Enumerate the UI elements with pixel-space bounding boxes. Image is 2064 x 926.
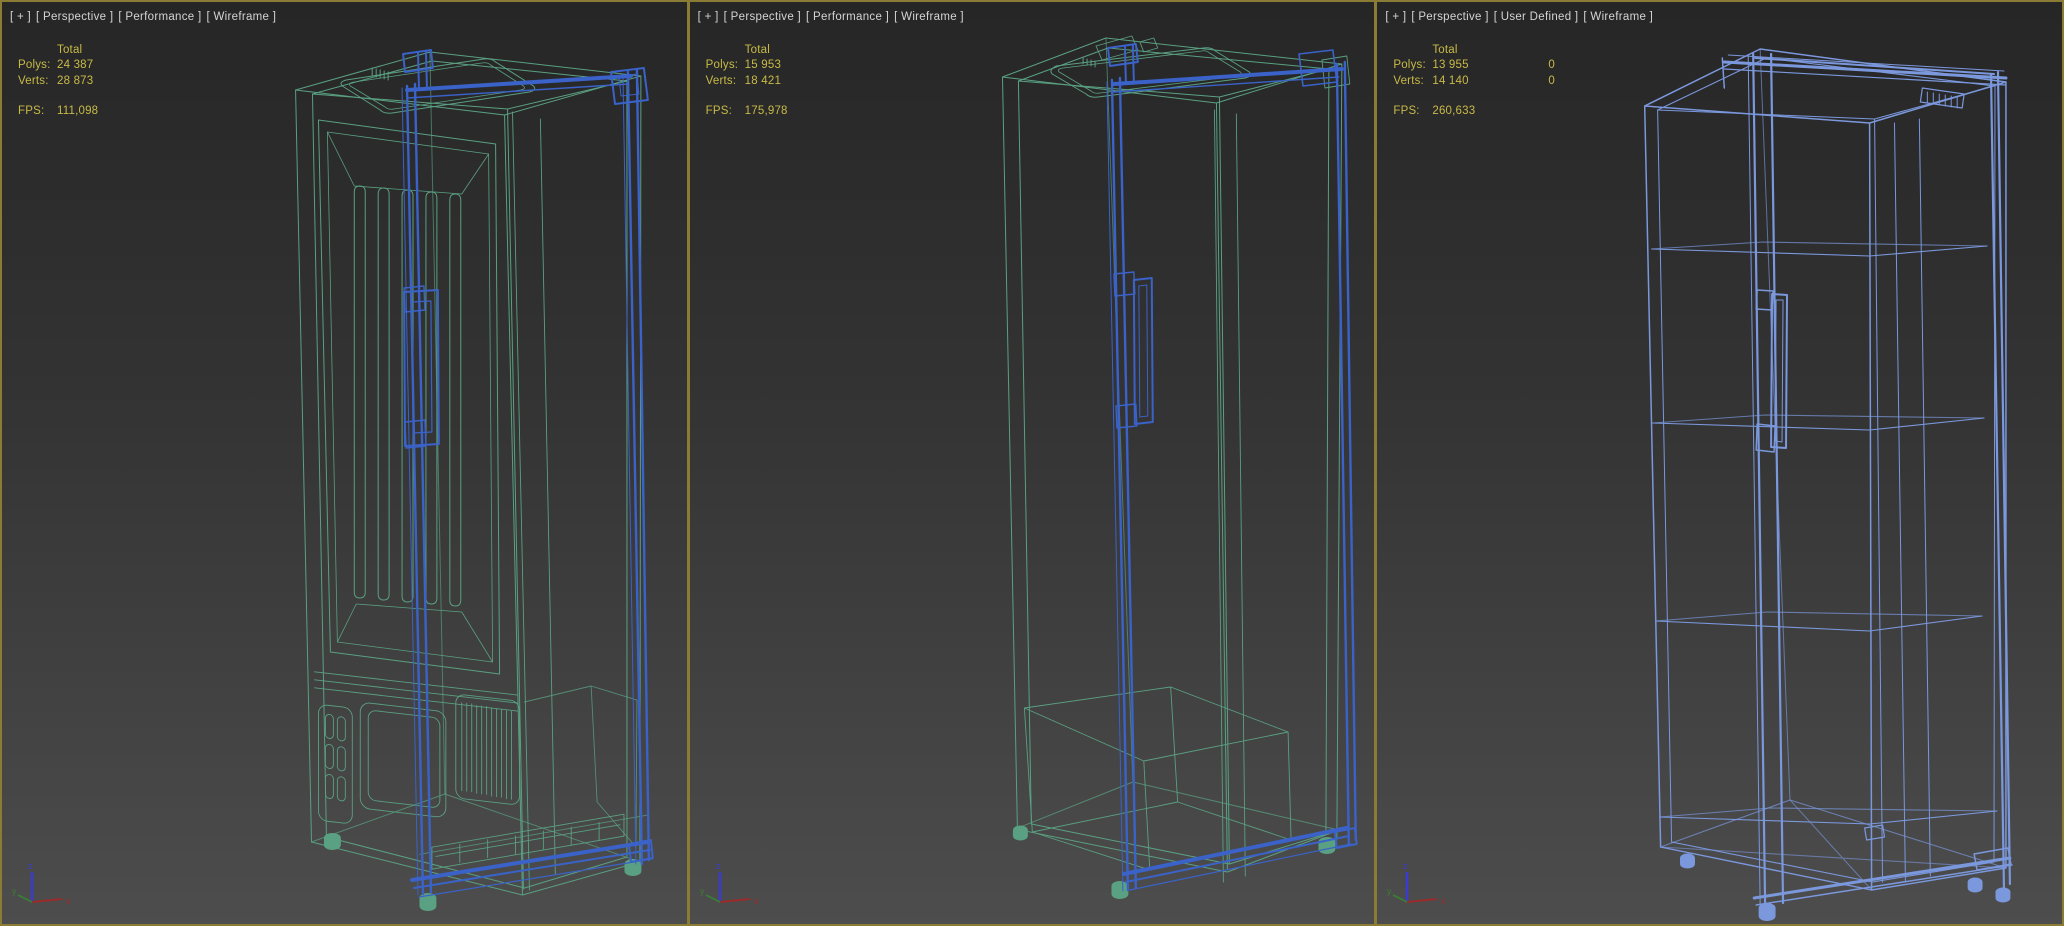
fps-label: FPS:: [18, 105, 45, 118]
top-beam: [1721, 54, 2008, 109]
polys-label: Polys:: [18, 59, 51, 72]
z-axis-label: z: [1403, 861, 1408, 871]
cabinet-edges: [1644, 48, 2008, 891]
door-bottom-bar: [1121, 826, 1349, 876]
door-handle: [1755, 289, 1789, 453]
stats-total-header: Total: [744, 44, 770, 56]
verts-label: Verts:: [1393, 74, 1424, 87]
viewport-pov-menu[interactable]: [ Perspective ]: [1411, 11, 1488, 23]
compressor-box: [524, 685, 638, 848]
viewport-canvas-right[interactable]: [1377, 2, 2062, 924]
viewport-plus-menu[interactable]: [ + ]: [1385, 11, 1406, 23]
shelf-lines: [1651, 241, 1988, 632]
viewport-layout: [ + ] [ Perspective ] [ Performance ] [ Wir…: [0, 0, 2064, 926]
fps-label: FPS:: [705, 105, 733, 118]
polys-label: Polys:: [705, 59, 739, 72]
y-axis-line: [1392, 894, 1408, 903]
verts-extra-value: 0: [1548, 74, 1555, 87]
cabinet-top-face: [295, 51, 642, 116]
x-axis-line: [719, 898, 750, 903]
polys-value: 24 387: [57, 59, 94, 72]
viewport-shading-menu[interactable]: [ Wireframe ]: [207, 11, 277, 23]
fps-value: 175,978: [744, 105, 788, 118]
verts-value: 28 873: [57, 74, 94, 87]
axis-gizmo: z x y: [1387, 861, 1446, 906]
statistics-overlay: Total Polys: 13 955 0 Verts: 14 140 0 FPS: 26…: [1393, 43, 1555, 120]
axis-gizmo: z x y: [700, 861, 759, 906]
y-axis-label: y: [1387, 886, 1392, 896]
door-top-bar: [1111, 67, 1344, 86]
x-axis-line: [1407, 898, 1438, 903]
verts-value: 18 421: [744, 74, 782, 87]
cabinet-wireframe-low-poly[interactable]: [1644, 48, 2014, 921]
x-axis-line: [31, 898, 63, 903]
fps-label: FPS:: [1393, 105, 1420, 118]
viewport-canvas-center[interactable]: [690, 2, 1375, 924]
cabinet-top-face: [1644, 48, 2008, 124]
verts-label: Verts:: [18, 74, 49, 87]
polys-label: Polys:: [1393, 59, 1426, 72]
viewport-shading-menu[interactable]: [ Wireframe ]: [1583, 11, 1653, 23]
viewport-center[interactable]: [ + ] [ Perspective ] [ Performance ] [ Wir…: [689, 2, 1375, 924]
statistics-overlay: Total Polys: 24 387 Verts: 28 873 FPS: 111,…: [18, 43, 173, 120]
x-axis-label: x: [66, 896, 71, 906]
door-frame: [1748, 52, 2014, 907]
viewport-canvas-left[interactable]: [2, 2, 687, 924]
floor-grid: [1659, 799, 2007, 891]
door-handle: [1112, 271, 1154, 429]
viewport-plus-menu[interactable]: [ + ]: [698, 11, 719, 23]
polys-value: 15 953: [744, 59, 782, 72]
viewport-pov-menu[interactable]: [ Perspective ]: [36, 11, 113, 23]
door-right-bar: [626, 68, 651, 866]
x-axis-label: x: [1441, 896, 1446, 906]
cabinet-feet: [1680, 853, 2011, 921]
viewport-menu-bar: [ + ] [ Perspective ] [ Performance ] [ Wir…: [10, 11, 281, 23]
axis-gizmo: z x y: [12, 861, 71, 906]
door-top-bracket: [402, 49, 434, 89]
viewport-pov-menu[interactable]: [ Perspective ]: [724, 11, 801, 23]
compressor-vent-grilles: [314, 671, 520, 824]
viewport-right[interactable]: [ + ] [ Perspective ] [ User Defined ] [ Wi…: [1377, 2, 2063, 924]
statistics-overlay: Total Polys: 15 953 Verts: 18 421 FPS: 175,…: [706, 43, 861, 120]
cabinet-feet: [323, 833, 642, 911]
viewport-left[interactable]: [ + ] [ Perspective ] [ Performance ] [ Wir…: [2, 2, 687, 924]
door-left-bar: [405, 82, 433, 896]
polys-extra-value: 0: [1548, 59, 1555, 72]
stats-total-header: Total: [57, 44, 83, 56]
viewport-mode-menu[interactable]: [ Performance ]: [806, 11, 889, 23]
viewport-menu-bar: [ + ] [ Perspective ] [ User Defined ] [ Wi…: [1385, 11, 1658, 23]
z-axis-label: z: [28, 861, 33, 871]
viewport-mode-menu[interactable]: [ Performance ]: [118, 11, 201, 23]
x-axis-label: x: [754, 896, 759, 906]
cabinet-top-face: [1001, 35, 1350, 104]
cabinet-edges: [295, 51, 642, 896]
fps-value: 260,633: [1432, 105, 1476, 118]
y-axis-line: [705, 894, 721, 903]
viewport-mode-menu[interactable]: [ User Defined ]: [1494, 11, 1579, 23]
selected-door-frame[interactable]: [1106, 43, 1358, 892]
fps-value: 111,098: [57, 105, 99, 118]
viewport-plus-menu[interactable]: [ + ]: [10, 11, 31, 23]
verts-value: 14 140: [1432, 74, 1469, 87]
door-left-bar: [1752, 52, 1785, 907]
y-axis-label: y: [12, 886, 17, 896]
compressor-box: [1023, 686, 1292, 871]
verts-label: Verts:: [705, 74, 737, 87]
cabinet-wireframe-medium-poly[interactable]: [1001, 35, 1350, 899]
y-axis-line: [17, 894, 33, 903]
cabinet-wireframe-high-poly[interactable]: [295, 51, 648, 911]
stats-total-header: Total: [1432, 44, 1458, 56]
y-axis-label: y: [700, 886, 705, 896]
viewport-menu-bar: [ + ] [ Perspective ] [ Performance ] [ Wir…: [698, 11, 969, 23]
viewport-shading-menu[interactable]: [ Wireframe ]: [894, 11, 964, 23]
polys-value: 13 955: [1432, 59, 1469, 72]
z-axis-label: z: [716, 861, 721, 871]
